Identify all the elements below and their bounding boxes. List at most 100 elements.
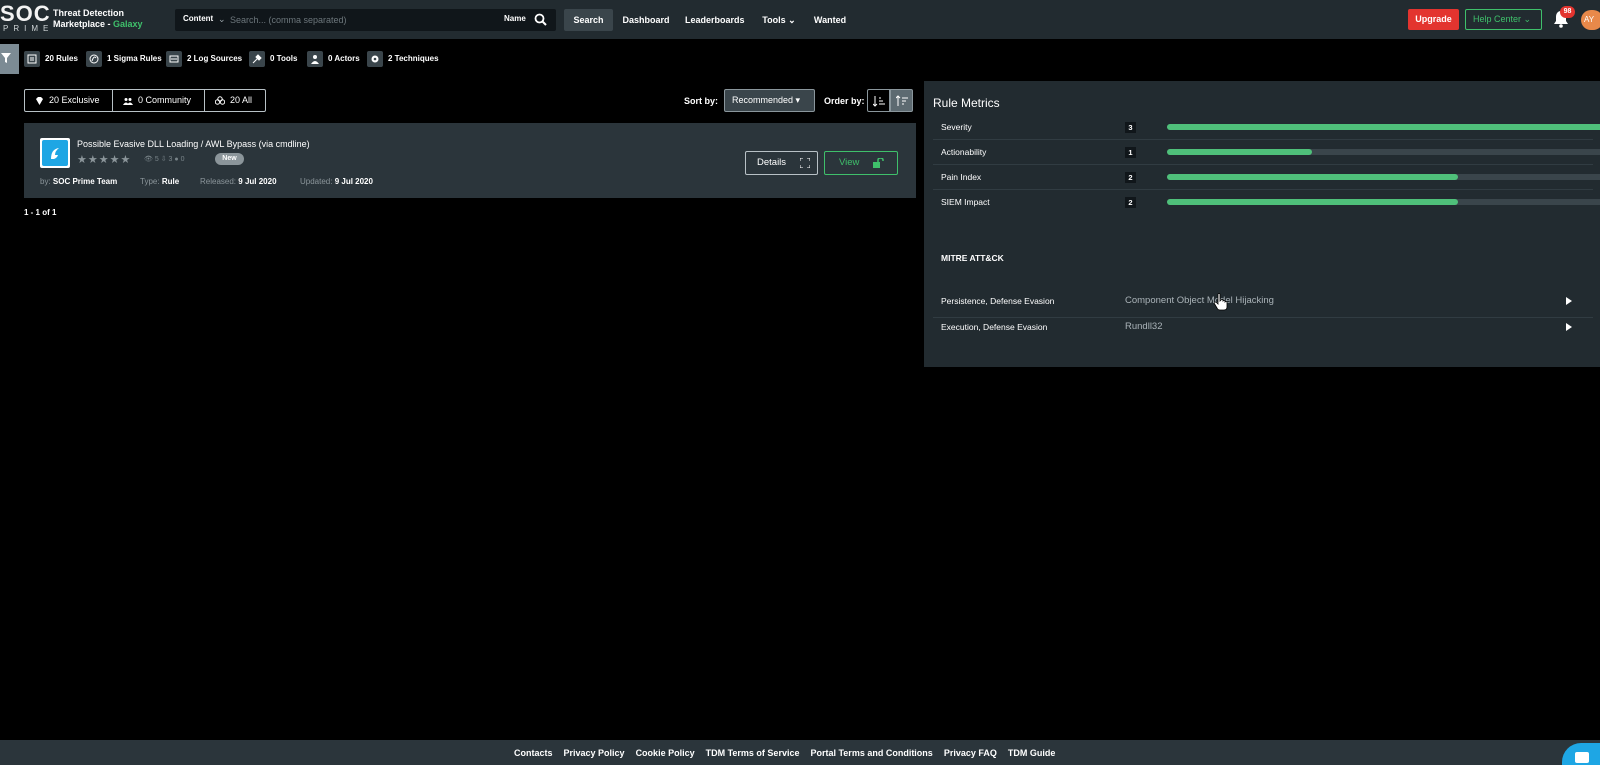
sort-by-dropdown[interactable]: Recommended ▾ xyxy=(724,89,815,112)
nav-tools-label: Tools xyxy=(762,15,786,25)
author-label: by: xyxy=(40,177,51,186)
all-icon xyxy=(215,96,225,105)
author-value[interactable]: SOC Prime Team xyxy=(53,177,117,186)
logo-main-text: SOC xyxy=(0,1,51,26)
brand-title[interactable]: Threat Detection Marketplace - Galaxy xyxy=(53,8,143,30)
rule-released: Released: 9 Jul 2020 xyxy=(200,177,277,186)
metric-fill xyxy=(1167,199,1458,205)
stat-rules-label: 20 Rules xyxy=(45,54,78,63)
nav-search[interactable]: Search xyxy=(564,9,613,31)
sort-by-label: Sort by: xyxy=(684,96,719,106)
rule-card[interactable]: Possible Evasive DLL Loading / AWL Bypas… xyxy=(24,123,916,198)
rule-metrics-title: Rule Metrics xyxy=(933,96,1000,110)
comment-icon: ● xyxy=(174,156,179,163)
filter-toggle[interactable] xyxy=(0,44,19,74)
stat-sigma-label: 1 Sigma Rules xyxy=(107,54,162,63)
upgrade-button[interactable]: Upgrade xyxy=(1408,9,1459,30)
search-input[interactable] xyxy=(230,11,490,29)
mitre-attack-title: MITRE ATT&CK xyxy=(941,253,1004,263)
mitre-row[interactable]: Persistence, Defense Evasion Component O… xyxy=(933,290,1593,318)
view-count: 5 xyxy=(154,156,159,163)
order-descending-button[interactable] xyxy=(890,89,913,112)
metric-track xyxy=(1167,174,1600,180)
pagination-summary: 1 - 1 of 1 xyxy=(24,208,57,217)
order-ascending-button[interactable] xyxy=(867,89,890,112)
sigma-icon xyxy=(86,51,102,67)
metric-value: 3 xyxy=(1125,122,1136,133)
nav-dashboard[interactable]: Dashboard xyxy=(621,9,671,31)
caret-right-icon[interactable] xyxy=(1566,323,1572,331)
user-avatar[interactable]: AY xyxy=(1581,10,1600,30)
sort-descending-icon xyxy=(896,95,908,106)
mitre-row[interactable]: Execution, Defense Evasion Rundll32 xyxy=(933,316,1593,344)
footer-link-portal-terms[interactable]: Portal Terms and Conditions xyxy=(810,748,932,758)
nav-leaderboards[interactable]: Leaderboards xyxy=(685,9,745,31)
actors-icon xyxy=(307,51,323,67)
metric-value: 2 xyxy=(1125,197,1136,208)
new-badge: New xyxy=(215,153,244,165)
mitre-tactic: Execution, Defense Evasion xyxy=(941,322,1048,332)
mitre-technique[interactable]: Rundll32 xyxy=(1125,321,1163,332)
released-value: 9 Jul 2020 xyxy=(238,177,277,186)
top-navbar: SOC PRIME Threat Detection Marketplace -… xyxy=(0,0,1600,39)
rule-metrics-panel: Rule Metrics Severity 3 Actionability 1 … xyxy=(924,81,1600,367)
search-bar: Content ⌄ Name xyxy=(175,9,556,31)
soc-prime-logo[interactable]: SOC PRIME xyxy=(0,3,50,34)
funnel-icon xyxy=(1,53,11,63)
mitre-technique[interactable]: Component Object Model Hijacking xyxy=(1125,295,1274,306)
chevron-down-icon: ⌄ xyxy=(1523,14,1532,24)
search-icon[interactable] xyxy=(534,13,547,26)
footer: Contacts Privacy Policy Cookie Policy TD… xyxy=(0,740,1600,765)
rule-title[interactable]: Possible Evasive DLL Loading / AWL Bypas… xyxy=(77,139,310,149)
filter-all[interactable]: 20 All xyxy=(205,90,265,111)
released-label: Released: xyxy=(200,177,237,186)
footer-link-privacy-faq[interactable]: Privacy FAQ xyxy=(944,748,997,758)
soc-prime-rule-logo xyxy=(40,138,70,168)
filter-community[interactable]: 0 Community xyxy=(113,90,205,111)
view-button[interactable]: View xyxy=(824,151,898,175)
caret-right-icon[interactable] xyxy=(1566,297,1572,305)
search-field-name[interactable]: Name xyxy=(504,14,526,23)
metric-track xyxy=(1167,199,1600,205)
metric-track xyxy=(1167,124,1600,130)
rating-stars[interactable]: ★★★★★ xyxy=(77,153,131,166)
footer-link-cookie-policy[interactable]: Cookie Policy xyxy=(636,748,695,758)
brand-accent: Galaxy xyxy=(113,19,143,29)
download-icon: ⇩ xyxy=(160,156,167,163)
help-center-button[interactable]: Help Center ⌄ xyxy=(1465,9,1542,30)
metric-label: Pain Index xyxy=(941,172,982,182)
stat-log-sources-label: 2 Log Sources xyxy=(187,54,243,63)
footer-link-tdm-guide[interactable]: TDM Guide xyxy=(1008,748,1056,758)
sort-by-value: Recommended xyxy=(732,95,794,105)
metric-label: SIEM Impact xyxy=(941,197,990,207)
details-label: Details xyxy=(757,157,787,168)
expand-icon xyxy=(800,158,810,168)
stat-tools-label: 0 Tools xyxy=(270,54,298,63)
logo-sub-text: PRIME xyxy=(3,24,54,33)
unlock-icon xyxy=(873,158,884,168)
updated-label: Updated: xyxy=(300,177,333,186)
metric-value: 1 xyxy=(1125,147,1136,158)
rule-updated: Updated: 9 Jul 2020 xyxy=(300,177,373,186)
metric-row-actionability: Actionability 1 xyxy=(933,140,1600,165)
chevron-down-icon: ⌄ xyxy=(788,15,796,25)
notification-count-badge: 98 xyxy=(1560,6,1575,18)
footer-link-privacy-policy[interactable]: Privacy Policy xyxy=(564,748,625,758)
filter-exclusive[interactable]: 20 Exclusive xyxy=(25,90,113,111)
order-by-label: Order by: xyxy=(824,96,865,106)
mitre-tactic: Persistence, Defense Evasion xyxy=(941,296,1055,306)
content-type-dropdown[interactable]: Content xyxy=(183,14,213,23)
nav-wanted[interactable]: Wanted xyxy=(812,9,848,31)
filter-exclusive-label: 20 Exclusive xyxy=(49,95,100,105)
metric-label: Severity xyxy=(941,122,972,132)
footer-link-contacts[interactable]: Contacts xyxy=(514,748,553,758)
chevron-down-icon[interactable]: ⌄ xyxy=(218,14,226,25)
stat-actors-label: 0 Actors xyxy=(328,54,360,63)
help-center-label: Help Center xyxy=(1473,14,1522,24)
tools-icon xyxy=(249,51,265,67)
nav-tools[interactable]: Tools ⌄ xyxy=(760,9,798,31)
footer-link-tdm-terms[interactable]: TDM Terms of Service xyxy=(706,748,800,758)
view-label: View xyxy=(839,157,860,168)
soc-prime-mark-icon xyxy=(51,148,59,159)
details-button[interactable]: Details xyxy=(745,151,818,175)
